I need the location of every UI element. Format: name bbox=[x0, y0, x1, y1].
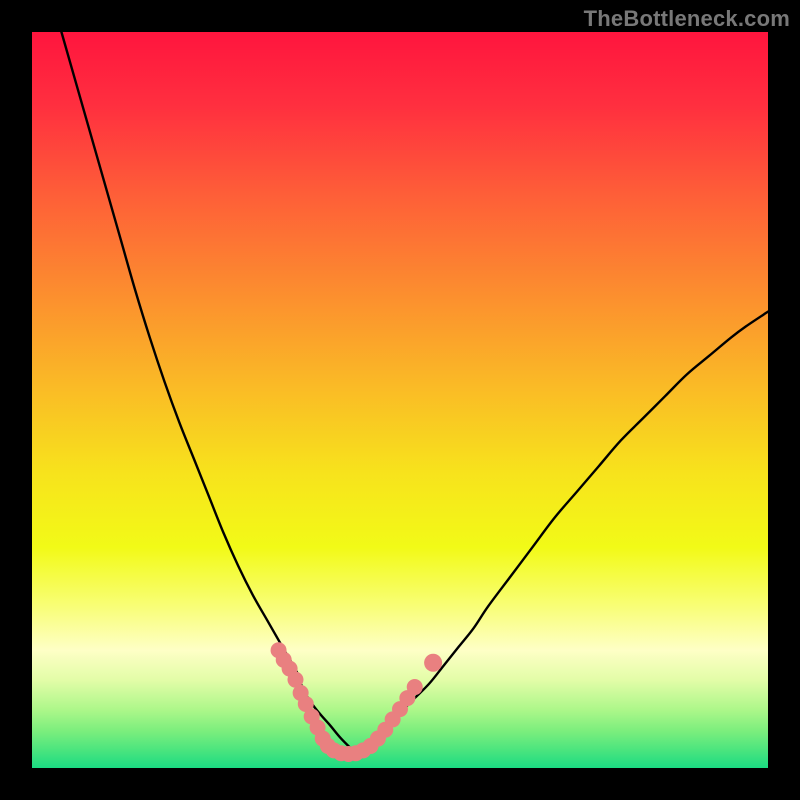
data-marker bbox=[407, 679, 423, 695]
data-marker bbox=[424, 654, 442, 672]
chart-svg bbox=[0, 0, 800, 800]
watermark-text: TheBottleneck.com bbox=[584, 6, 790, 32]
bottleneck-chart: TheBottleneck.com bbox=[0, 0, 800, 800]
plot-area bbox=[32, 32, 768, 768]
